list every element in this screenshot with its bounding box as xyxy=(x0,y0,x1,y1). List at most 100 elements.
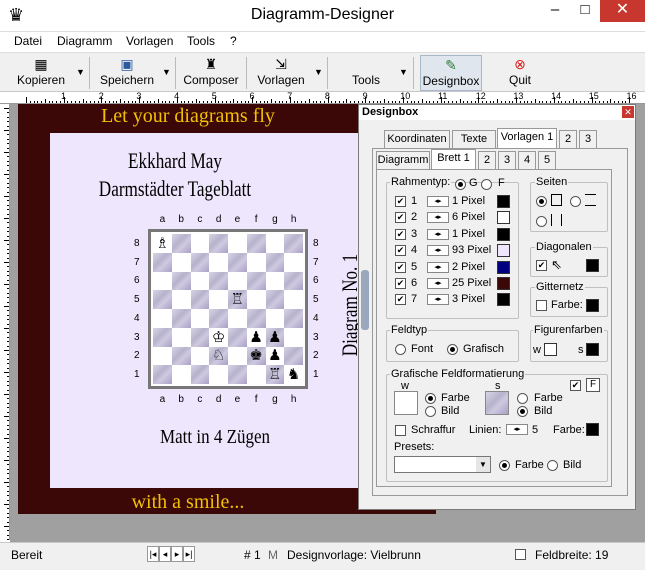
board-square[interactable] xyxy=(209,252,228,272)
rahmen-color-swatch[interactable] xyxy=(497,195,510,208)
diagonal-color-swatch[interactable] xyxy=(586,259,599,272)
rahmen-g-radio[interactable] xyxy=(455,179,466,190)
board-square[interactable] xyxy=(284,271,303,291)
light-farbe-radio[interactable] xyxy=(425,393,436,404)
board-square[interactable] xyxy=(228,327,247,347)
board-square[interactable]: ♔ xyxy=(209,327,228,347)
board-square[interactable] xyxy=(153,309,172,328)
board-square[interactable] xyxy=(246,271,266,291)
seiten-horizontal-radio[interactable] xyxy=(570,196,581,207)
status-checkbox[interactable] xyxy=(515,549,526,560)
light-field-swatch[interactable] xyxy=(394,391,418,415)
board-square[interactable] xyxy=(153,346,172,366)
rahmen-checkbox[interactable]: ✔ xyxy=(395,261,406,273)
board-square[interactable] xyxy=(190,365,210,384)
chess-board[interactable]: ♗ ♖ ♔ ♟ ♟ ♘ ♚ ♟ ♖ ♞ xyxy=(153,234,303,384)
rahmen-checkbox[interactable]: ✔ xyxy=(395,228,406,240)
quit-button[interactable]: ⊗ Quit xyxy=(498,55,542,91)
rahmen-spinner[interactable]: ◂▸ xyxy=(427,294,449,306)
nav-next-icon[interactable]: ▸ xyxy=(171,546,183,562)
dark-bild-radio[interactable] xyxy=(517,406,528,417)
board-square[interactable] xyxy=(190,309,210,328)
presets-select[interactable]: ▼ xyxy=(394,456,491,473)
board-square[interactable] xyxy=(171,346,191,366)
copy-dropdown-icon[interactable]: ▼ xyxy=(76,67,85,77)
board-square[interactable] xyxy=(171,252,191,272)
close-button[interactable]: ✕ xyxy=(600,0,645,22)
board-square[interactable] xyxy=(265,290,285,309)
board-square[interactable] xyxy=(228,346,247,366)
diagonalen-checkbox[interactable]: ✔ xyxy=(536,260,547,271)
subtab-5[interactable]: 5 xyxy=(538,151,556,169)
board-square[interactable] xyxy=(209,234,228,253)
seiten-box-radio[interactable] xyxy=(536,196,547,207)
board-square[interactable] xyxy=(265,309,285,328)
menu-diagramm[interactable]: Diagramm xyxy=(57,34,112,48)
board-square[interactable] xyxy=(246,365,266,384)
rahmen-checkbox[interactable]: ✔ xyxy=(395,245,406,257)
rahmen-f-radio[interactable] xyxy=(481,179,492,190)
board-square[interactable] xyxy=(284,252,303,272)
board-square[interactable] xyxy=(228,309,247,328)
board-square[interactable] xyxy=(153,271,172,291)
board-square[interactable] xyxy=(228,271,247,291)
chess-piece[interactable]: ♟ xyxy=(268,330,281,345)
nav-last-icon[interactable]: ▸| xyxy=(183,546,195,562)
rahmen-spinner[interactable]: ◂▸ xyxy=(427,228,449,240)
board-square[interactable] xyxy=(153,252,172,272)
chess-piece[interactable]: ♚ xyxy=(249,348,262,363)
figur-black-swatch[interactable] xyxy=(586,343,599,356)
schraffur-checkbox[interactable] xyxy=(395,425,406,436)
panel-collapse-handle[interactable] xyxy=(361,270,369,330)
board-square[interactable] xyxy=(171,290,191,309)
board-square[interactable] xyxy=(190,346,210,366)
tab-vorlagen-2[interactable]: 2 xyxy=(559,130,577,148)
menu-vorlagen[interactable]: Vorlagen xyxy=(126,34,173,48)
linien-spinner[interactable]: ◂▸ xyxy=(506,424,528,435)
board-square[interactable] xyxy=(246,309,266,328)
nav-prev-icon[interactable]: ◂ xyxy=(159,546,171,562)
save-button[interactable]: ▣ Speichern xyxy=(96,55,158,91)
designbox-close-icon[interactable]: ✕ xyxy=(622,106,634,118)
save-dropdown-icon[interactable]: ▼ xyxy=(162,67,171,77)
board-square[interactable] xyxy=(209,290,228,309)
board-square[interactable] xyxy=(153,290,172,309)
rahmen-spinner[interactable]: ◂▸ xyxy=(427,261,449,273)
board-square[interactable] xyxy=(209,271,228,291)
board-square[interactable]: ♖ xyxy=(228,290,247,309)
nav-first-icon[interactable]: |◂ xyxy=(147,546,159,562)
board-square[interactable] xyxy=(284,290,303,309)
seiten-vertical-radio[interactable] xyxy=(536,216,547,227)
gitter-checkbox[interactable] xyxy=(536,300,547,311)
board-square[interactable]: ♖ xyxy=(265,365,285,384)
templates-dropdown-icon[interactable]: ▼ xyxy=(314,67,323,77)
chess-piece[interactable]: ♟ xyxy=(268,348,281,363)
rahmen-checkbox[interactable]: ✔ xyxy=(395,196,406,207)
board-square[interactable]: ♟ xyxy=(265,346,285,366)
dark-farbe-radio[interactable] xyxy=(517,393,528,404)
presets-bild-radio[interactable] xyxy=(547,460,558,471)
subtab-diagramm[interactable]: Diagramm xyxy=(376,151,430,169)
rahmen-spinner[interactable]: ◂▸ xyxy=(427,196,449,207)
tab-vorlagen-3[interactable]: 3 xyxy=(579,130,597,148)
board-square[interactable]: ♘ xyxy=(209,346,228,366)
board-square[interactable] xyxy=(265,234,285,253)
chess-piece[interactable]: ♖ xyxy=(231,292,244,307)
board-square[interactable] xyxy=(228,234,247,253)
board-square[interactable] xyxy=(171,365,191,384)
board-square[interactable] xyxy=(228,365,247,384)
chess-piece[interactable]: ♔ xyxy=(212,330,225,345)
rahmen-checkbox[interactable]: ✔ xyxy=(395,212,406,224)
gitter-color-swatch[interactable] xyxy=(586,299,599,312)
grafische-checkbox[interactable]: ✔ xyxy=(570,380,581,391)
subtab-2[interactable]: 2 xyxy=(478,151,496,169)
board-square[interactable] xyxy=(209,309,228,328)
board-square[interactable]: ♚ xyxy=(246,346,266,366)
copy-button[interactable]: ▦ Kopieren xyxy=(10,55,72,91)
board-square[interactable] xyxy=(246,290,266,309)
light-bild-radio[interactable] xyxy=(425,406,436,417)
rahmen-color-swatch[interactable] xyxy=(497,260,510,274)
rahmen-checkbox[interactable]: ✔ xyxy=(395,294,406,306)
chess-piece[interactable]: ♘ xyxy=(212,348,225,363)
board-square[interactable]: ♞ xyxy=(284,365,303,384)
